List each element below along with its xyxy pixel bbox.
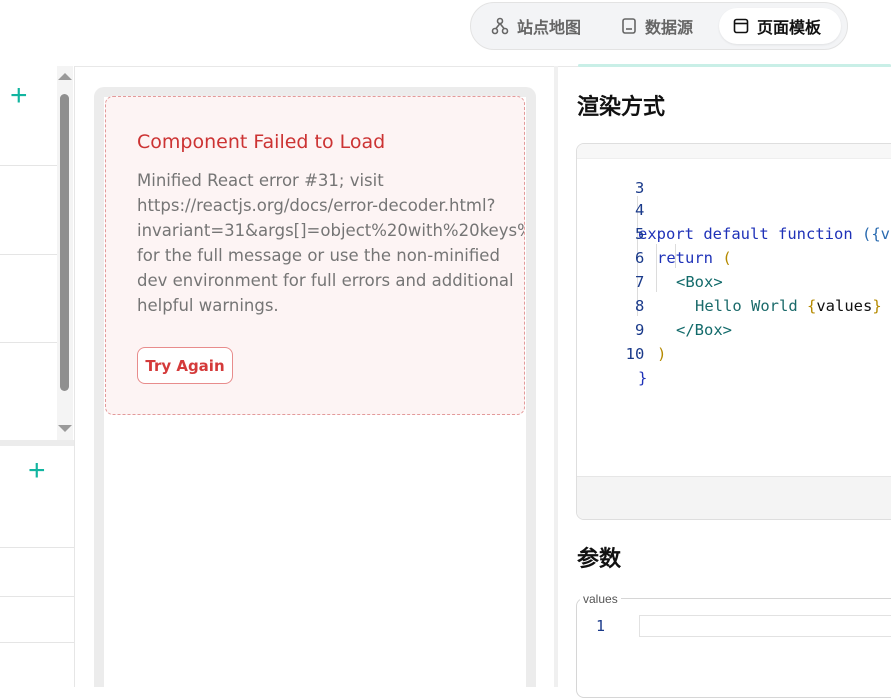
line-number: 5 xyxy=(634,225,645,243)
list-divider xyxy=(0,596,74,597)
active-indicator xyxy=(578,64,891,67)
tab-page-template-label: 页面模板 xyxy=(757,20,822,37)
error-message: Minified React error #31; visit https://… xyxy=(137,171,524,315)
values-active-line[interactable] xyxy=(639,615,891,637)
tab-sitemap[interactable]: 站点地图 xyxy=(483,8,601,44)
code-token: ({v xyxy=(862,225,891,243)
scroll-up-icon[interactable] xyxy=(58,73,72,80)
tab-datasource-label: 数据源 xyxy=(645,20,694,37)
values-line-number: 1 xyxy=(596,617,606,635)
list-divider xyxy=(0,254,57,255)
database-icon xyxy=(621,17,637,35)
left-panel: + + xyxy=(0,66,75,687)
code-line: 4 export default function ({v xyxy=(577,174,890,243)
error-title: Component Failed to Load xyxy=(137,131,386,153)
panel-resizer[interactable] xyxy=(554,66,558,687)
code-token: Hello World xyxy=(695,297,798,315)
code-line: 3 xyxy=(577,152,644,197)
code-editor[interactable]: 3 4 export default function ({v 5 return… xyxy=(576,143,891,520)
code-token: values xyxy=(816,297,873,315)
code-token: function xyxy=(778,225,853,243)
code-line: 10 } xyxy=(577,318,648,387)
line-number: 3 xyxy=(634,179,645,197)
code-line: 7 Hello World {values} xyxy=(577,246,882,315)
code-token: return xyxy=(657,249,713,267)
values-legend: values xyxy=(580,592,621,606)
scrollbar-thumb[interactable] xyxy=(60,94,69,391)
tab-page-template[interactable]: 页面模板 xyxy=(719,8,841,44)
page-template-icon xyxy=(733,18,749,34)
error-boundary: Component Failed to Load Minified React … xyxy=(105,96,525,415)
code-token: { xyxy=(807,297,817,315)
sitemap-icon xyxy=(491,17,509,35)
code-token: default xyxy=(703,225,769,243)
code-line: 6 <Box> xyxy=(577,222,723,291)
list-divider xyxy=(0,547,74,548)
view-switcher: 站点地图 数据源 页面模板 xyxy=(470,2,848,50)
list-divider xyxy=(0,342,57,343)
section-separator xyxy=(0,440,74,446)
code-token: <Box> xyxy=(676,273,723,291)
params-heading: 参数 xyxy=(577,546,622,571)
line-number: 8 xyxy=(634,297,645,315)
code-token: ) xyxy=(657,345,667,363)
line-number: 6 xyxy=(634,249,645,267)
top-bar: 站点地图 数据源 页面模板 xyxy=(0,0,891,67)
line-number: 10 xyxy=(625,345,645,363)
scroll-down-icon[interactable] xyxy=(58,425,72,432)
editor-top-strip xyxy=(577,144,891,159)
code-token: export xyxy=(638,225,694,243)
code-token: </Box> xyxy=(676,321,732,339)
list-divider xyxy=(0,165,57,166)
list-divider xyxy=(0,642,74,643)
code-line: 8 </Box> xyxy=(577,270,732,339)
code-token: ( xyxy=(722,249,732,267)
line-number: 9 xyxy=(634,321,645,339)
render-heading: 渲染方式 xyxy=(577,94,666,119)
code-token: } xyxy=(872,297,882,315)
code-line: 5 return ( xyxy=(577,198,732,267)
tab-datasource[interactable]: 数据源 xyxy=(611,8,715,44)
code-token: } xyxy=(638,369,648,387)
tab-sitemap-label: 站点地图 xyxy=(517,20,582,37)
line-number: 7 xyxy=(634,273,645,291)
code-line: 9 ) xyxy=(577,294,666,363)
try-again-button[interactable]: Try Again xyxy=(137,347,233,384)
add-page-icon[interactable]: + xyxy=(10,81,28,111)
line-number: 4 xyxy=(634,201,645,219)
editor-footer xyxy=(577,476,891,519)
values-field[interactable] xyxy=(576,598,891,698)
add-item-icon[interactable]: + xyxy=(28,456,46,486)
